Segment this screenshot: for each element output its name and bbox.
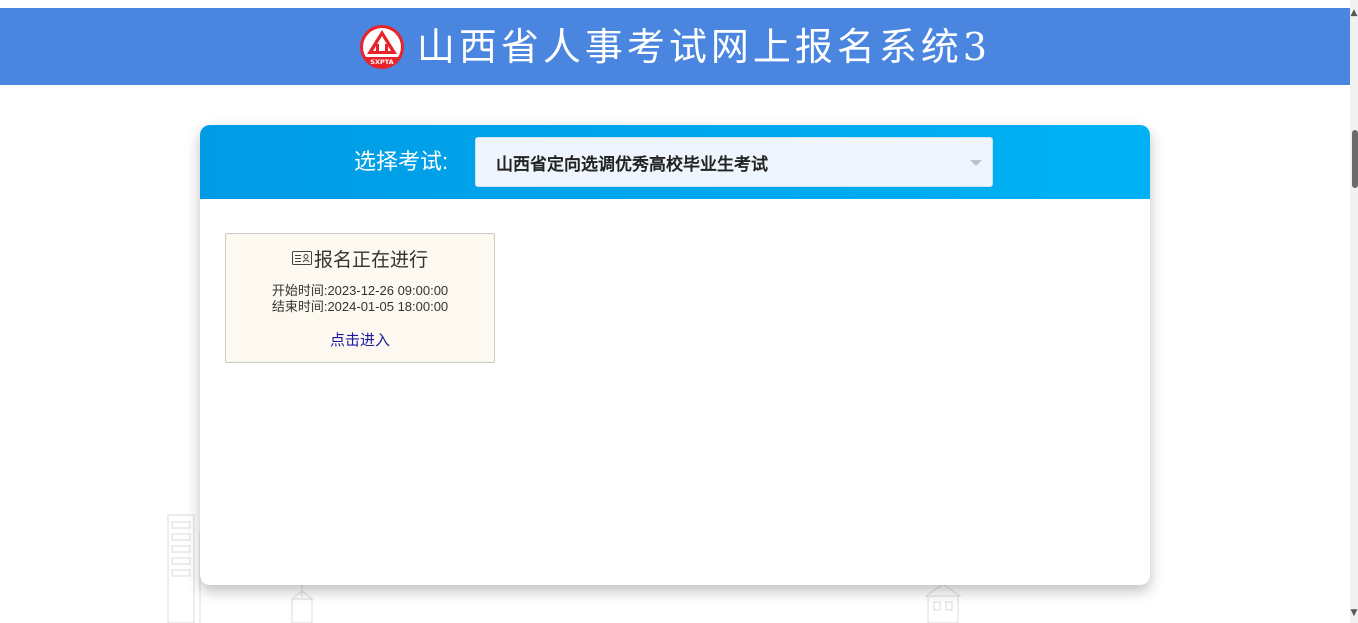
page: SXPTA 山西省人事考试网上报名系统3 选择考试: 山西省定向选调优秀高校毕业… [0, 0, 1358, 623]
exam-select-value: 山西省定向选调优秀高校毕业生考试 [496, 154, 768, 174]
exam-select-dropdown[interactable]: 山西省定向选调优秀高校毕业生考试 [475, 137, 993, 187]
select-exam-label: 选择考试: [354, 149, 449, 174]
site-header: SXPTA 山西省人事考试网上报名系统3 [0, 8, 1350, 85]
end-time-row: 结束时间:2024-01-05 18:00:00 [226, 299, 494, 315]
logo-text: SXPTA [370, 58, 393, 66]
site-title: 山西省人事考试网上报名系统3 [416, 24, 992, 69]
background-building-tower-decoration [290, 585, 314, 623]
end-time-value: 2024-01-05 18:00:00 [327, 299, 449, 314]
id-card-icon [291, 251, 312, 265]
scroll-up-arrow-icon[interactable]: ▲ [1350, 8, 1358, 18]
exam-status-row: 报名正在进行 [226, 244, 494, 272]
enter-exam-link[interactable]: 点击进入 [330, 329, 390, 350]
exam-registration-card: 报名正在进行 开始时间:2023-12-26 09:00:00 结束时间:202… [225, 233, 495, 363]
start-time-row: 开始时间:2023-12-26 09:00:00 [226, 283, 494, 299]
scroll-down-arrow-icon[interactable]: ▼ [1350, 608, 1358, 618]
scrollbar-thumb[interactable] [1352, 130, 1358, 188]
end-time-label: 结束时间: [271, 299, 328, 314]
exam-time-range: 开始时间:2023-12-26 09:00:00 结束时间:2024-01-05… [226, 283, 494, 315]
page-scrollbar[interactable] [1350, 0, 1358, 623]
exam-selection-panel: 选择考试: 山西省定向选调优秀高校毕业生考试 报名正在进行 开始时间:2023-… [200, 125, 1150, 585]
exam-selector-bar: 选择考试: 山西省定向选调优秀高校毕业生考试 [200, 125, 1150, 199]
chevron-down-icon [970, 160, 982, 166]
start-time-value: 2023-12-26 09:00:00 [327, 283, 449, 298]
exam-status-text: 报名正在进行 [313, 249, 428, 271]
background-building-right-decoration [924, 583, 962, 623]
start-time-label: 开始时间: [271, 283, 328, 298]
sxpta-logo: SXPTA [359, 24, 404, 69]
